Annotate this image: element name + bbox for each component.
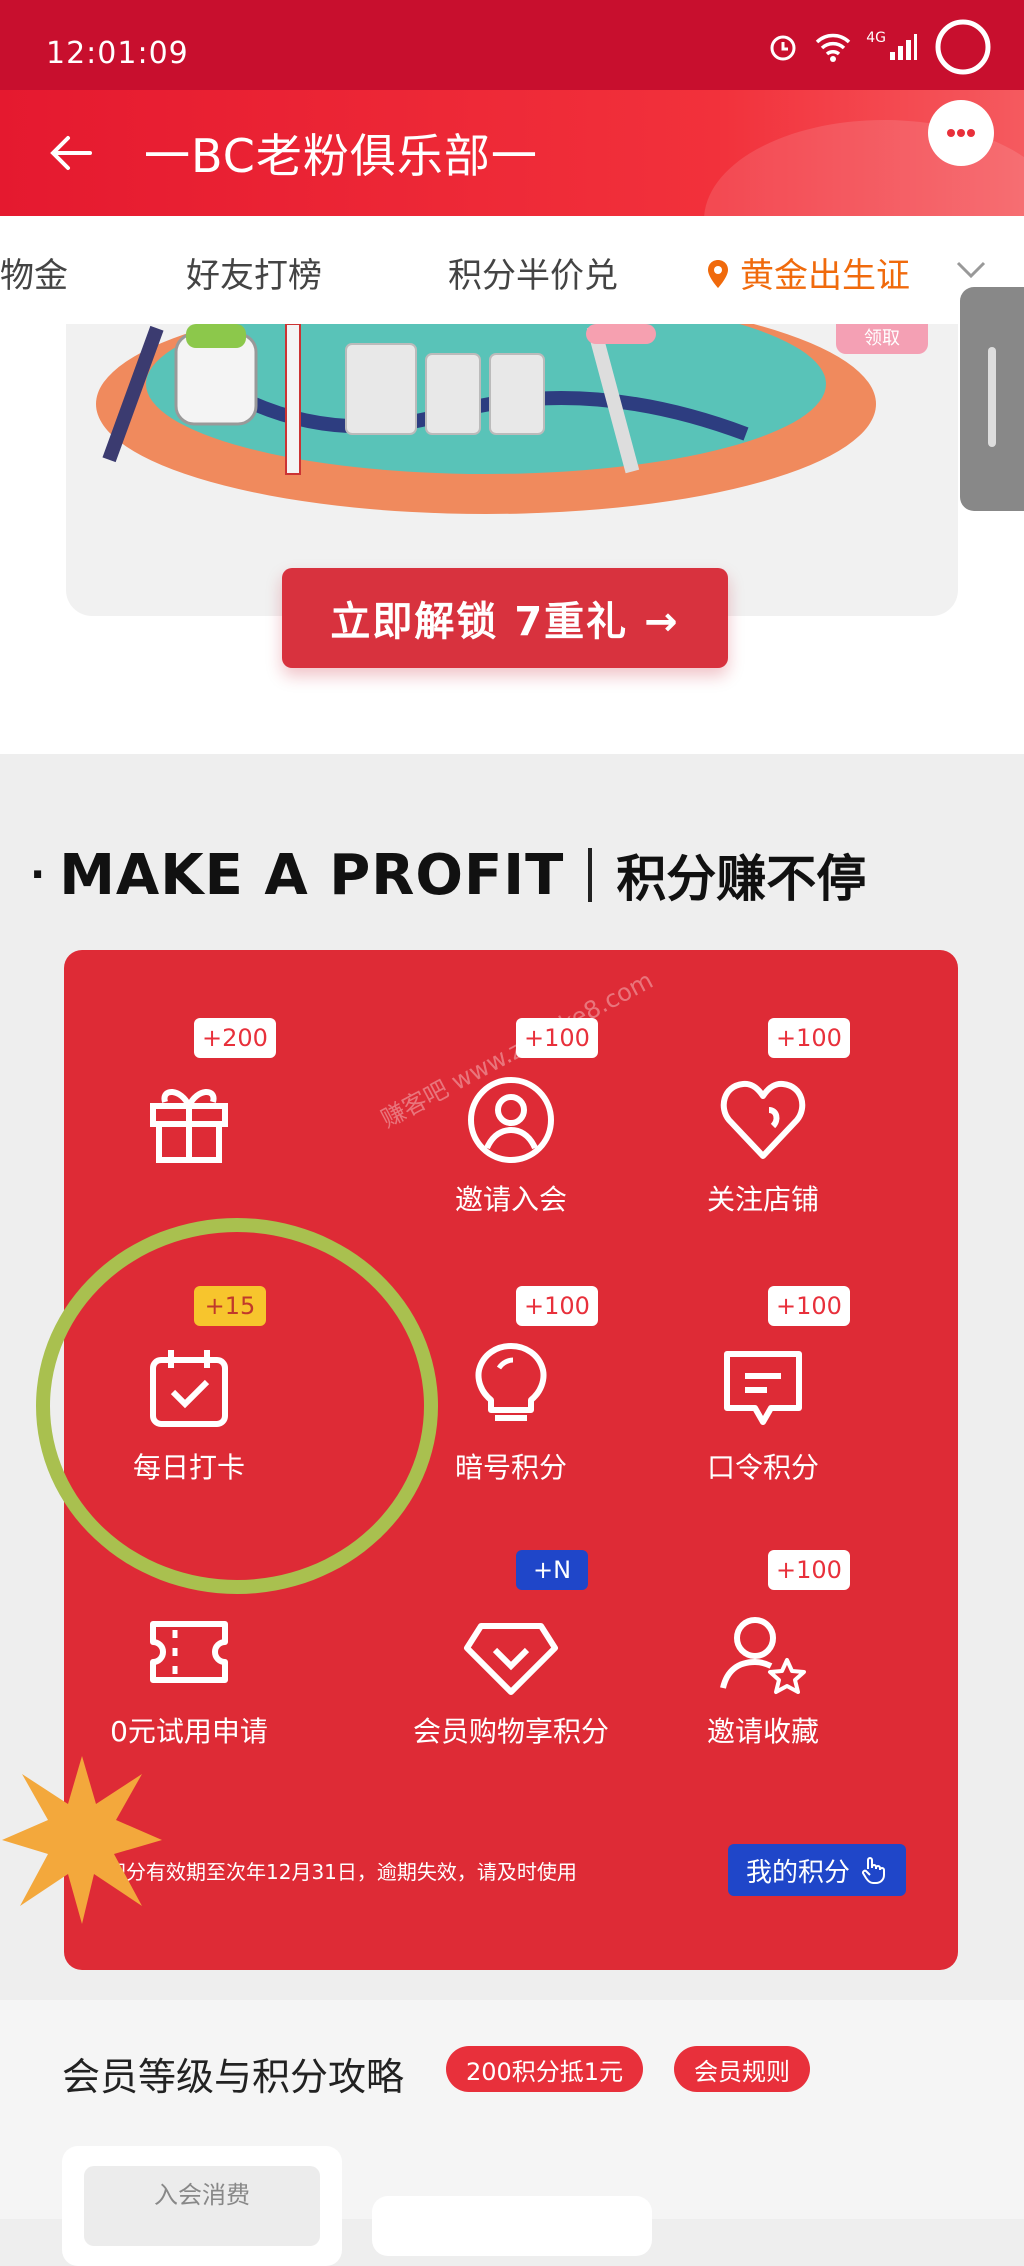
tab-bar: 物金 好友打榜 积分半价兑 黄金出生证 <box>0 216 1024 324</box>
points-expiry-note: *积分有效期至次年12月31日，逾期失效，请及时使用 <box>96 1860 577 1884</box>
heart-icon <box>720 1080 806 1159</box>
section-heading: · MAKE A PROFIT 积分赚不停 <box>30 840 866 910</box>
task-label: 0元试用申请 <box>110 1715 268 1748</box>
heading-en: MAKE A PROFIT <box>59 842 565 908</box>
task-label: 关注店铺 <box>706 1183 819 1216</box>
level-card-label: 入会消费 <box>84 2166 320 2246</box>
signal-icon <box>890 34 917 60</box>
member-guide-section: 会员等级与积分攻略 200积分抵1元 会员规则 入会消费 <box>0 2000 1024 2266</box>
my-points-label: 我的积分 <box>745 1857 850 1888</box>
tab-item[interactable]: 物金 <box>0 248 68 297</box>
more-dots-icon <box>947 129 975 137</box>
status-time: 12:01:09 <box>46 36 189 71</box>
points-badge: +100 <box>768 1550 850 1590</box>
more-menu-button[interactable] <box>928 100 994 166</box>
bulb-icon <box>475 1343 547 1421</box>
highlight-circle <box>36 1218 438 1594</box>
level-card: 入会消费 <box>62 2146 342 2266</box>
banner-corner-tag: 领取 <box>836 324 928 354</box>
title-bar: 一BC老粉俱乐部一 <box>0 90 1024 216</box>
ticket-icon <box>150 1621 228 1683</box>
task-password-code[interactable]: +100 口令积分 <box>638 1278 888 1518</box>
points-badge: +N <box>516 1550 588 1590</box>
user-circle-icon <box>468 1077 554 1163</box>
level-card-secondary <box>372 2196 652 2256</box>
task-label: 会员购物享积分 <box>412 1715 609 1748</box>
task-label: 邀请入会 <box>454 1183 567 1216</box>
unlock-gifts-button[interactable]: 立即解锁 7重礼 → <box>282 568 728 668</box>
chat-icon <box>724 1351 802 1425</box>
task-invite-join[interactable]: +100 邀请入会 <box>386 1010 636 1250</box>
task-invite-favorite[interactable]: +100 邀请收藏 <box>638 1542 888 1782</box>
user-star-icon <box>720 1617 806 1694</box>
gift-icon <box>150 1089 228 1163</box>
member-guide-title: 会员等级与积分攻略 <box>62 2055 405 2099</box>
scrollbar-grip[interactable] <box>988 347 996 447</box>
starburst-decoration <box>2 1756 162 1924</box>
points-badge: +100 <box>768 1286 850 1326</box>
task-sign-up-gift[interactable]: +200 <box>64 1010 314 1250</box>
tab-active-label: 黄金出生证 <box>740 256 910 296</box>
diamond-check-icon <box>464 1623 558 1695</box>
heading-divider <box>588 848 593 902</box>
task-follow-store[interactable]: +100 关注店铺 <box>638 1010 888 1250</box>
tab-item[interactable]: 好友打榜 <box>186 248 322 297</box>
back-arrow-icon[interactable] <box>46 128 96 178</box>
task-label: 邀请收藏 <box>706 1715 819 1748</box>
status-icons: 4G <box>766 19 994 75</box>
points-to-cash-pill[interactable]: 200积分抵1元 <box>446 2046 644 2092</box>
points-badge: +100 <box>516 1286 598 1326</box>
unlock-gifts-label: 立即解锁 7重礼 → <box>330 599 680 645</box>
tab-item[interactable]: 积分半价兑 <box>448 248 618 297</box>
task-label: 口令积分 <box>706 1451 819 1484</box>
points-badge: +200 <box>194 1018 276 1058</box>
tab-active[interactable]: 黄金出生证 <box>706 248 910 297</box>
member-rules-pill[interactable]: 会员规则 <box>674 2046 810 2092</box>
my-points-button[interactable]: 我的积分 <box>728 1844 906 1896</box>
scrollbar[interactable] <box>960 287 1024 511</box>
network-type: 4G <box>866 30 886 46</box>
location-pin-icon <box>708 260 728 288</box>
battery-ring-icon <box>935 19 991 75</box>
points-badge: +100 <box>516 1018 598 1058</box>
hand-pointer-icon <box>862 1857 885 1884</box>
heading-cn: 积分赚不停 <box>616 850 867 908</box>
task-shopping-points[interactable]: +N 会员购物享积分 <box>386 1542 636 1782</box>
heading-dot: · <box>30 852 46 898</box>
points-badge: +100 <box>768 1018 850 1058</box>
page-title: 一BC老粉俱乐部一 <box>144 129 538 183</box>
wifi-icon <box>816 33 851 62</box>
alarm-icon <box>770 35 796 61</box>
status-bar: 12:01:09 4G <box>0 0 1024 90</box>
chevron-down-icon[interactable] <box>954 252 988 286</box>
banner-corner-text: 领取 <box>864 328 900 349</box>
